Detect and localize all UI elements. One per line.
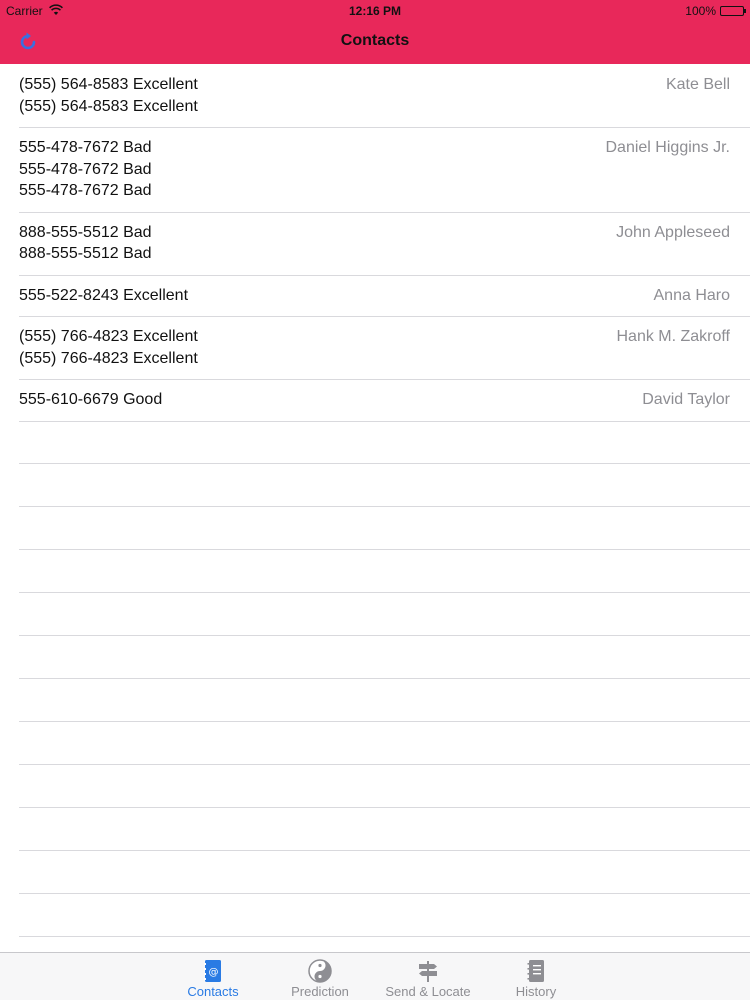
page-title: Contacts [340, 32, 410, 49]
tab-send-locate[interactable]: Send & Locate [373, 953, 483, 1000]
empty-row [0, 722, 750, 765]
contact-name: Kate Bell [665, 76, 730, 93]
contact-row[interactable]: 888-555-5512 Bad 888-555-5512 Bad John App… [0, 212, 750, 276]
tab-label: Prediction [291, 984, 349, 999]
phone-entry: 888-555-5512 Bad [19, 245, 152, 262]
phone-entry: 555-478-7672 Bad [19, 182, 152, 199]
yin-yang-icon [308, 959, 332, 983]
tab-label: Send & Locate [385, 984, 471, 999]
phone-entry: 555-478-7672 Bad [19, 160, 152, 178]
phone-entry: 555-610-6679 Good [19, 391, 163, 408]
phone-entry: (555) 564-8583 Excellent [19, 76, 198, 93]
top-bar: Carrier 12:16 PM 100% Contacts [0, 0, 750, 64]
empty-row [0, 464, 750, 507]
navigation-bar: Contacts [0, 22, 750, 64]
battery-percent: 100% [685, 4, 716, 18]
tab-label: Contacts [187, 984, 239, 999]
phone-entry: (555) 564-8583 Excellent [19, 97, 198, 115]
row-separator [19, 935, 750, 937]
battery-icon [720, 6, 746, 16]
contacts-table: (555) 564-8583 Excellent (555) 564-8583 E… [0, 64, 750, 952]
tab-bar: @ Contacts Prediction Send & Locate Hist… [0, 952, 750, 1000]
contact-phones: 555-610-6679 Good [0, 379, 750, 421]
empty-row [0, 894, 750, 937]
tab-history[interactable]: History [481, 953, 591, 1000]
status-time: 12:16 PM [348, 4, 402, 18]
empty-row [0, 421, 750, 464]
empty-row [0, 507, 750, 550]
contact-row[interactable]: 555-522-8243 Excellent Anna Haro [0, 275, 750, 317]
contact-phones: (555) 564-8583 Excellent (555) 564-8583 E… [0, 64, 750, 127]
status-bar: Carrier 12:16 PM 100% [0, 0, 750, 22]
contact-name: Hank M. Zakroff [616, 328, 730, 345]
empty-row [0, 550, 750, 593]
empty-row [0, 679, 750, 722]
phone-entry: (555) 766-4823 Excellent [19, 349, 198, 367]
tab-label: History [515, 984, 557, 999]
contact-name: Daniel Higgins Jr. [605, 139, 731, 156]
contact-name: David Taylor [642, 391, 730, 408]
notebook-icon [527, 960, 544, 982]
phone-entry: 555-522-8243 Excellent [19, 286, 189, 304]
contact-name: John Appleseed [616, 223, 730, 241]
contacts-icon: @ [204, 960, 221, 982]
empty-row [0, 593, 750, 636]
contact-row[interactable]: 555-610-6679 Good David Taylor [0, 379, 750, 422]
empty-row [0, 851, 750, 894]
empty-row [0, 636, 750, 679]
empty-row [0, 765, 750, 808]
empty-row [0, 808, 750, 851]
tab-contacts[interactable]: @ Contacts [158, 953, 268, 1000]
contact-row[interactable]: (555) 766-4823 Excellent (555) 766-4823 E… [0, 316, 750, 380]
svg-text:@: @ [209, 967, 219, 978]
contact-row[interactable]: (555) 564-8583 Excellent (555) 564-8583 E… [0, 64, 750, 128]
app-screen: Carrier 12:16 PM 100% Contacts (555) 564… [0, 0, 750, 1000]
signpost-icon [419, 961, 437, 982]
contact-name: Anna Haro [653, 286, 731, 304]
contact-row[interactable]: 555-478-7672 Bad 555-478-7672 Bad 555-478-… [0, 127, 750, 213]
contact-phones: 555-522-8243 Excellent [0, 275, 750, 317]
tab-prediction[interactable]: Prediction [265, 953, 375, 1000]
